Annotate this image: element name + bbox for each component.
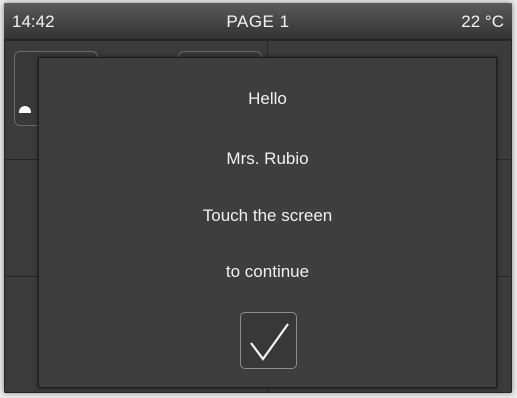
checkmark-icon (250, 323, 289, 361)
welcome-dialog[interactable]: Hello Mrs. Rubio Touch the screen to con… (38, 57, 497, 388)
instruction-text-line1: Touch the screen (202, 206, 333, 225)
user-name-text: Mrs. Rubio (226, 149, 309, 168)
touch-panel-screen: 14:42 PAGE 1 22 °C Hello Mrs. Rubio Touc… (4, 3, 512, 393)
instruction-text-line2: to continue (225, 262, 310, 281)
greeting-text: Hello (248, 89, 287, 108)
background-button-icon (19, 106, 31, 113)
temperature-readout: 22 °C (461, 12, 504, 31)
page-title: PAGE 1 (226, 12, 290, 31)
confirm-button[interactable] (240, 312, 297, 369)
status-bar: 14:42 PAGE 1 22 °C (4, 3, 512, 40)
